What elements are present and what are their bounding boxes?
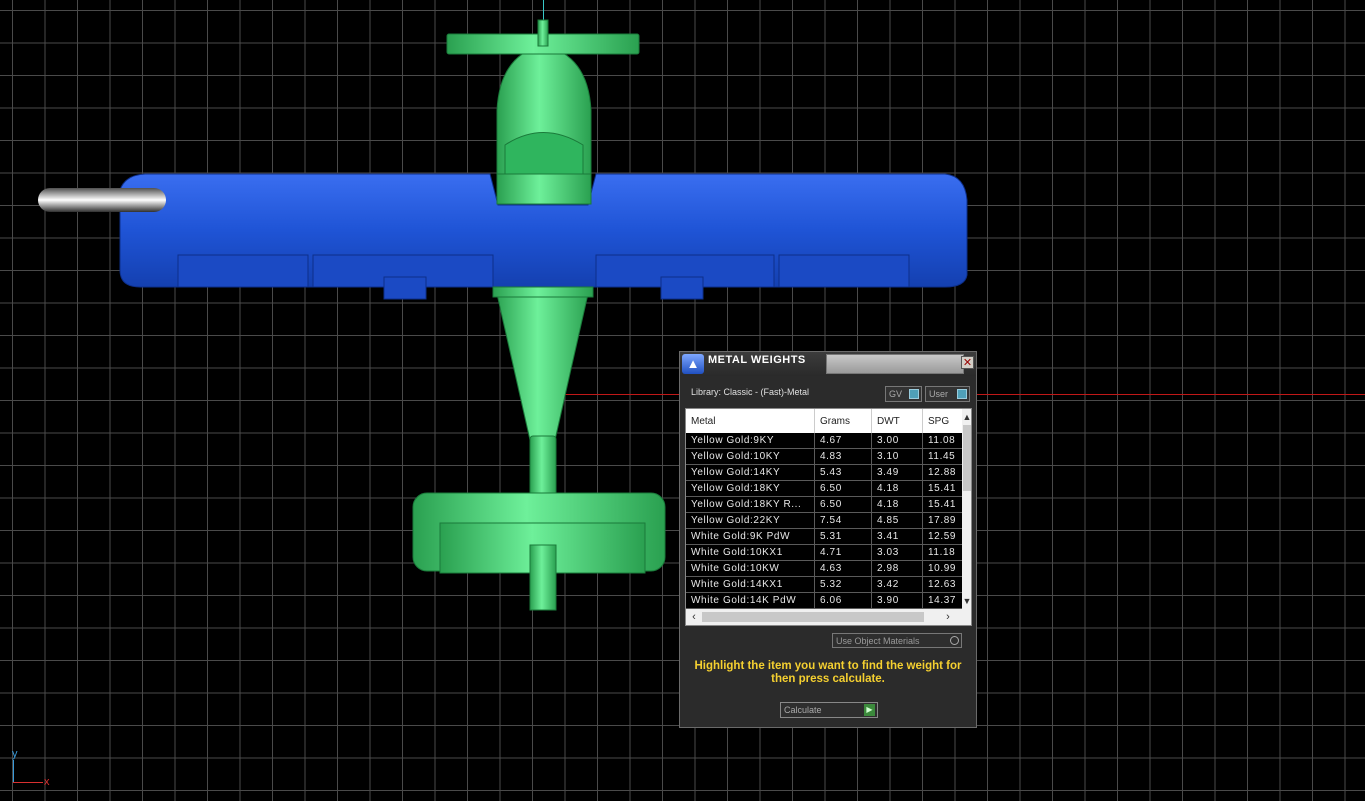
table-row[interactable]: Yellow Gold:14KY 5.43 3.49 12.88 — [686, 465, 962, 481]
table-cell: Yellow Gold:9KY — [691, 435, 775, 446]
table-cell: 4.18 — [877, 499, 899, 510]
user-toggle[interactable]: User — [925, 386, 970, 402]
table-cell: 4.83 — [820, 451, 842, 462]
table-cell: 15.41 — [928, 483, 957, 494]
table-body: Yellow Gold:9KY 4.67 3.00 11.08 Yellow Gold:… — [686, 433, 962, 609]
fuselage-tail — [494, 284, 591, 441]
use-materials-label: Use Object Materials — [836, 636, 920, 646]
table-cell: 6.50 — [820, 483, 842, 494]
calculate-button[interactable]: Calculate ▶ — [780, 702, 878, 718]
horizontal-scrollbar[interactable]: ‹ › — [686, 609, 971, 625]
table-row[interactable]: Yellow Gold:18KY 6.50 4.18 15.41 — [686, 481, 962, 497]
table-header: Metal Grams DWT SPG — [686, 409, 962, 434]
col-header-metal[interactable]: Metal — [691, 416, 715, 427]
scroll-left-icon[interactable]: ‹ — [688, 609, 700, 625]
table-cell: White Gold:14K PdW — [691, 595, 797, 606]
gv-toggle[interactable]: GV — [885, 386, 922, 402]
scroll-right-icon[interactable]: › — [942, 609, 954, 625]
scroll-thumb[interactable] — [963, 425, 971, 491]
table-cell: 3.42 — [877, 579, 899, 590]
table-cell: 11.45 — [928, 451, 956, 462]
gizmo-y-label: y — [12, 748, 18, 760]
metal-table[interactable]: Metal Grams DWT SPG Yellow Gold:9KY 4.67 3… — [685, 408, 972, 626]
table-cell: 11.08 — [928, 435, 956, 446]
table-cell: 3.41 — [877, 531, 899, 542]
table-cell: 5.43 — [820, 467, 842, 478]
table-row[interactable]: Yellow Gold:22KY 7.54 4.85 17.89 — [686, 513, 962, 529]
table-cell: 10.99 — [928, 563, 957, 574]
table-cell: 4.67 — [820, 435, 842, 446]
table-cell: 12.59 — [928, 531, 957, 542]
app-logo-icon: ▲ — [682, 354, 704, 374]
instruction-text: Highlight the item you want to find the … — [694, 660, 962, 685]
table-cell: Yellow Gold:10KY — [691, 451, 781, 462]
scroll-down-icon[interactable]: ▼ — [962, 595, 971, 607]
table-row[interactable]: White Gold:14KX1 5.32 3.42 12.63 — [686, 577, 962, 593]
close-button[interactable]: ✕ — [961, 356, 974, 369]
gizmo-x-line — [13, 782, 43, 783]
table-row[interactable]: Yellow Gold:18KY R... 6.50 4.18 15.41 — [686, 497, 962, 513]
table-cell: 5.31 — [820, 531, 842, 542]
table-row[interactable]: White Gold:10KW 4.63 2.98 10.99 — [686, 561, 962, 577]
table-cell: 4.85 — [877, 515, 899, 526]
table-cell: 4.71 — [820, 547, 842, 558]
table-cell: Yellow Gold:18KY — [691, 483, 781, 494]
scroll-up-icon[interactable]: ▲ — [962, 411, 971, 423]
gizmo-y-line — [13, 760, 14, 782]
table-row[interactable]: Yellow Gold:9KY 4.67 3.00 11.08 — [686, 433, 962, 449]
metal-weights-panel: ▲ METAL WEIGHTS ✕ Library: Classic - (Fa… — [679, 351, 977, 728]
table-cell: White Gold:14KX1 — [691, 579, 783, 590]
table-cell: 4.63 — [820, 563, 842, 574]
toggle-switch-icon — [909, 389, 919, 399]
radio-icon — [950, 636, 959, 645]
table-cell: 4.18 — [877, 483, 899, 494]
table-cell: 6.06 — [820, 595, 842, 606]
table-cell: 3.00 — [877, 435, 899, 446]
table-cell: White Gold:10KW — [691, 563, 780, 574]
user-toggle-label: User — [929, 389, 949, 399]
play-arrow-icon: ▶ — [864, 704, 875, 716]
table-cell: 3.10 — [877, 451, 899, 462]
toggle-switch-icon — [957, 389, 967, 399]
panel-title: METAL WEIGHTS — [708, 354, 806, 366]
col-header-dwt[interactable]: DWT — [877, 416, 900, 427]
table-cell: 6.50 — [820, 499, 842, 510]
table-cell: 11.18 — [928, 547, 956, 558]
gizmo-x-label: x — [44, 776, 50, 788]
table-cell: 7.54 — [820, 515, 842, 526]
scroll-thumb-horizontal[interactable] — [702, 612, 924, 622]
table-row[interactable]: White Gold:14K PdW 6.06 3.90 14.37 — [686, 593, 962, 609]
calculate-label: Calculate — [784, 705, 822, 715]
panel-titlebar[interactable]: ▲ METAL WEIGHTS ✕ — [680, 352, 976, 376]
table-row[interactable]: White Gold:10KX1 4.71 3.03 11.18 — [686, 545, 962, 561]
table-cell: 3.49 — [877, 467, 899, 478]
table-cell: 17.89 — [928, 515, 957, 526]
library-label: Library: Classic - (Fast)-Metal — [691, 387, 810, 397]
title-tab — [826, 354, 964, 374]
hanging-ring — [38, 188, 166, 212]
table-cell: 3.03 — [877, 547, 899, 558]
use-object-materials-toggle[interactable]: Use Object Materials — [832, 633, 962, 648]
table-cell: 5.32 — [820, 579, 842, 590]
table-cell: Yellow Gold:18KY R... — [691, 499, 802, 510]
table-row[interactable]: Yellow Gold:10KY 4.83 3.10 11.45 — [686, 449, 962, 465]
col-header-spg[interactable]: SPG — [928, 416, 949, 427]
table-cell: 12.63 — [928, 579, 957, 590]
col-header-grams[interactable]: Grams — [820, 416, 850, 427]
gv-toggle-label: GV — [889, 389, 903, 399]
table-cell: 15.41 — [928, 499, 957, 510]
table-cell: 3.90 — [877, 595, 899, 606]
table-cell: 12.88 — [928, 467, 957, 478]
table-cell: Yellow Gold:22KY — [691, 515, 781, 526]
table-cell: White Gold:10KX1 — [691, 547, 783, 558]
table-row[interactable]: White Gold:9K PdW 5.31 3.41 12.59 — [686, 529, 962, 545]
table-cell: Yellow Gold:14KY — [691, 467, 781, 478]
table-cell: 14.37 — [928, 595, 957, 606]
table-cell: White Gold:9K PdW — [691, 531, 791, 542]
table-cell: 2.98 — [877, 563, 899, 574]
vertical-scrollbar[interactable]: ▲ ▼ — [962, 409, 971, 609]
